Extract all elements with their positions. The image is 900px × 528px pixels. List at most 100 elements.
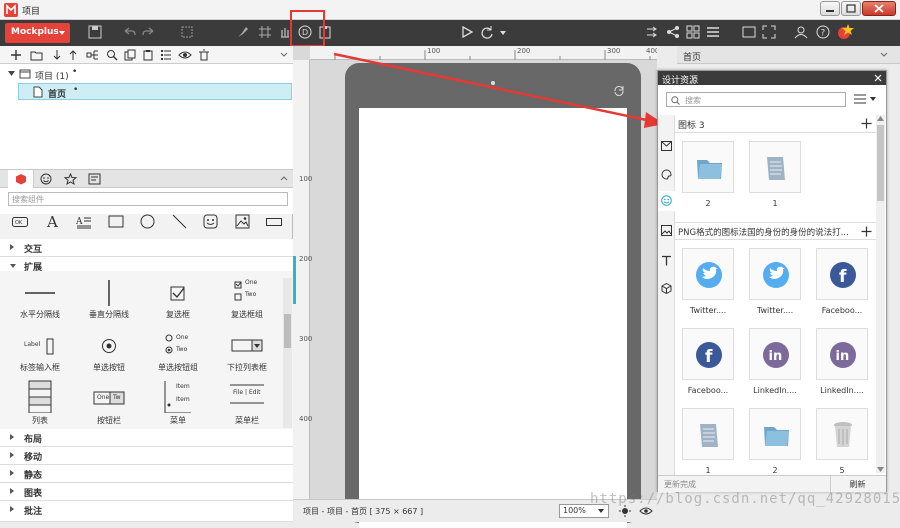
- export-icon[interactable]: [645, 25, 659, 39]
- delete-icon[interactable]: [198, 49, 210, 61]
- category-chart[interactable]: 图表: [0, 483, 293, 501]
- palette-icon[interactable]: [661, 169, 672, 180]
- redo-icon[interactable]: [142, 25, 156, 39]
- search-icon[interactable]: [106, 49, 118, 61]
- collapse-up-icon[interactable]: [280, 175, 288, 183]
- widget-checkbox-group[interactable]: One Two 复选框组: [212, 271, 282, 323]
- paste-page-icon[interactable]: [142, 49, 154, 61]
- smiley-widget-icon[interactable]: [203, 214, 218, 229]
- window-mode-icon[interactable]: [742, 25, 756, 39]
- widget-button-bar[interactable]: One Tw 按钮栏: [74, 377, 144, 429]
- input-widget-icon[interactable]: [266, 218, 282, 226]
- section-icons-header[interactable]: 图标 3: [675, 115, 878, 133]
- tree-project-node[interactable]: 项目 (1) •: [0, 66, 293, 83]
- users-icon[interactable]: [794, 25, 808, 39]
- assets-scrollbar[interactable]: [876, 115, 885, 473]
- circle-widget-icon[interactable]: [140, 214, 155, 229]
- cube-icon[interactable]: [661, 283, 672, 294]
- move-up-icon[interactable]: [68, 49, 78, 61]
- text-icon[interactable]: [661, 255, 672, 266]
- tab-components[interactable]: [8, 170, 34, 188]
- undo-icon[interactable]: [122, 25, 136, 39]
- tab-star-icon[interactable]: [64, 173, 77, 185]
- copy-page-icon[interactable]: [124, 49, 136, 61]
- play-icon[interactable]: [460, 25, 474, 39]
- widget-menubar[interactable]: File | Edit 菜单栏: [212, 377, 282, 429]
- brush-icon[interactable]: [236, 25, 250, 39]
- collapse-chevron-icon[interactable]: [880, 51, 888, 59]
- tab-icons-active[interactable]: [658, 191, 675, 211]
- layout-list-icon[interactable]: [706, 25, 720, 39]
- asset-tile-linkedin[interactable]: in: [816, 328, 868, 380]
- category-interaction[interactable]: 交互: [0, 239, 293, 257]
- add-icon[interactable]: [861, 118, 872, 129]
- asset-tile-trash[interactable]: [816, 408, 868, 460]
- device-screen[interactable]: [359, 108, 627, 528]
- widget-menu[interactable]: Item Item 菜单: [143, 377, 213, 429]
- section-png-header[interactable]: PNG格式的图标法国的身份的身份的说法打...: [675, 222, 878, 240]
- text-widget-icon[interactable]: A: [46, 214, 60, 230]
- scroll-down-icon[interactable]: [877, 467, 884, 472]
- folder-add-icon[interactable]: [30, 49, 43, 61]
- maximize-button[interactable]: [841, 1, 861, 16]
- grid-icon[interactable]: [258, 25, 272, 39]
- preview-eye-icon[interactable]: [178, 49, 192, 61]
- asset-tile-facebook[interactable]: f: [816, 248, 868, 300]
- layout-grid-icon[interactable]: [686, 25, 700, 39]
- asset-tile-twitter[interactable]: [749, 248, 801, 300]
- asset-tile-folder[interactable]: [682, 141, 734, 193]
- category-layout[interactable]: 布局: [0, 429, 293, 447]
- refresh-button[interactable]: 刷新: [830, 476, 884, 492]
- widget-hline[interactable]: 水平分隔线: [5, 271, 75, 323]
- image-widget-icon[interactable]: [235, 214, 250, 229]
- line-widget-icon[interactable]: [172, 214, 187, 229]
- tab-template-icon[interactable]: [88, 173, 101, 185]
- close-icon[interactable]: [874, 74, 882, 82]
- widget-radio[interactable]: 单选按钮: [74, 324, 144, 376]
- move-down-icon[interactable]: [52, 49, 62, 61]
- select-tool-icon[interactable]: [180, 25, 194, 39]
- tree-structure-icon[interactable]: [86, 49, 100, 61]
- widget-scrollbar[interactable]: [283, 278, 292, 428]
- widget-vline[interactable]: 垂直分隔线: [74, 271, 144, 323]
- rectangle-widget-icon[interactable]: [108, 215, 124, 228]
- button-widget-icon[interactable]: OK: [12, 217, 28, 227]
- widget-checkbox[interactable]: 复选框: [143, 271, 213, 323]
- mail-icon[interactable]: [661, 141, 672, 151]
- image-icon[interactable]: [661, 225, 672, 236]
- widget-dropdown[interactable]: 下拉列表框: [212, 324, 282, 376]
- menu-options-icon[interactable]: [854, 94, 878, 104]
- component-search-input[interactable]: 搜索组件: [8, 192, 288, 206]
- help-icon[interactable]: ?: [816, 25, 830, 39]
- asset-tile-twitter[interactable]: [682, 248, 734, 300]
- close-window-button[interactable]: [862, 1, 896, 16]
- sync-caret-icon[interactable]: [500, 31, 506, 35]
- widget-list[interactable]: 列表: [5, 377, 75, 429]
- asset-tile-facebook[interactable]: f: [682, 328, 734, 380]
- widget-radio-group[interactable]: One Two 单选按钮组: [143, 324, 213, 376]
- tab-emoji-icon[interactable]: [40, 173, 52, 185]
- paragraph-widget-icon[interactable]: A: [76, 215, 92, 229]
- save-icon[interactable]: [88, 25, 102, 39]
- list-view-icon[interactable]: [160, 49, 172, 61]
- preview-eye-icon[interactable]: [639, 506, 653, 516]
- tree-page-home[interactable]: 首页 •: [18, 83, 292, 100]
- scroll-thumb[interactable]: [877, 125, 884, 201]
- scroll-thumb[interactable]: [284, 314, 291, 348]
- sync-icon[interactable]: [480, 25, 494, 39]
- add-icon[interactable]: [861, 226, 872, 237]
- fullscreen-icon[interactable]: [762, 25, 776, 39]
- asset-tile-linkedin[interactable]: in: [749, 328, 801, 380]
- add-page-icon[interactable]: [10, 49, 22, 61]
- scroll-up-icon[interactable]: [877, 116, 884, 121]
- share-icon[interactable]: [666, 25, 680, 39]
- asset-tile-document[interactable]: [682, 408, 734, 460]
- category-mobile[interactable]: 移动: [0, 447, 293, 465]
- asset-tile-folder[interactable]: [749, 408, 801, 460]
- category-static[interactable]: 静态: [0, 465, 293, 483]
- expand-caret-icon[interactable]: [8, 71, 15, 77]
- collapse-chevron-icon[interactable]: [280, 51, 288, 59]
- brand-menu-button[interactable]: Mockplus: [5, 23, 70, 43]
- asset-tile-document[interactable]: [749, 141, 801, 193]
- minimize-button[interactable]: [820, 1, 840, 16]
